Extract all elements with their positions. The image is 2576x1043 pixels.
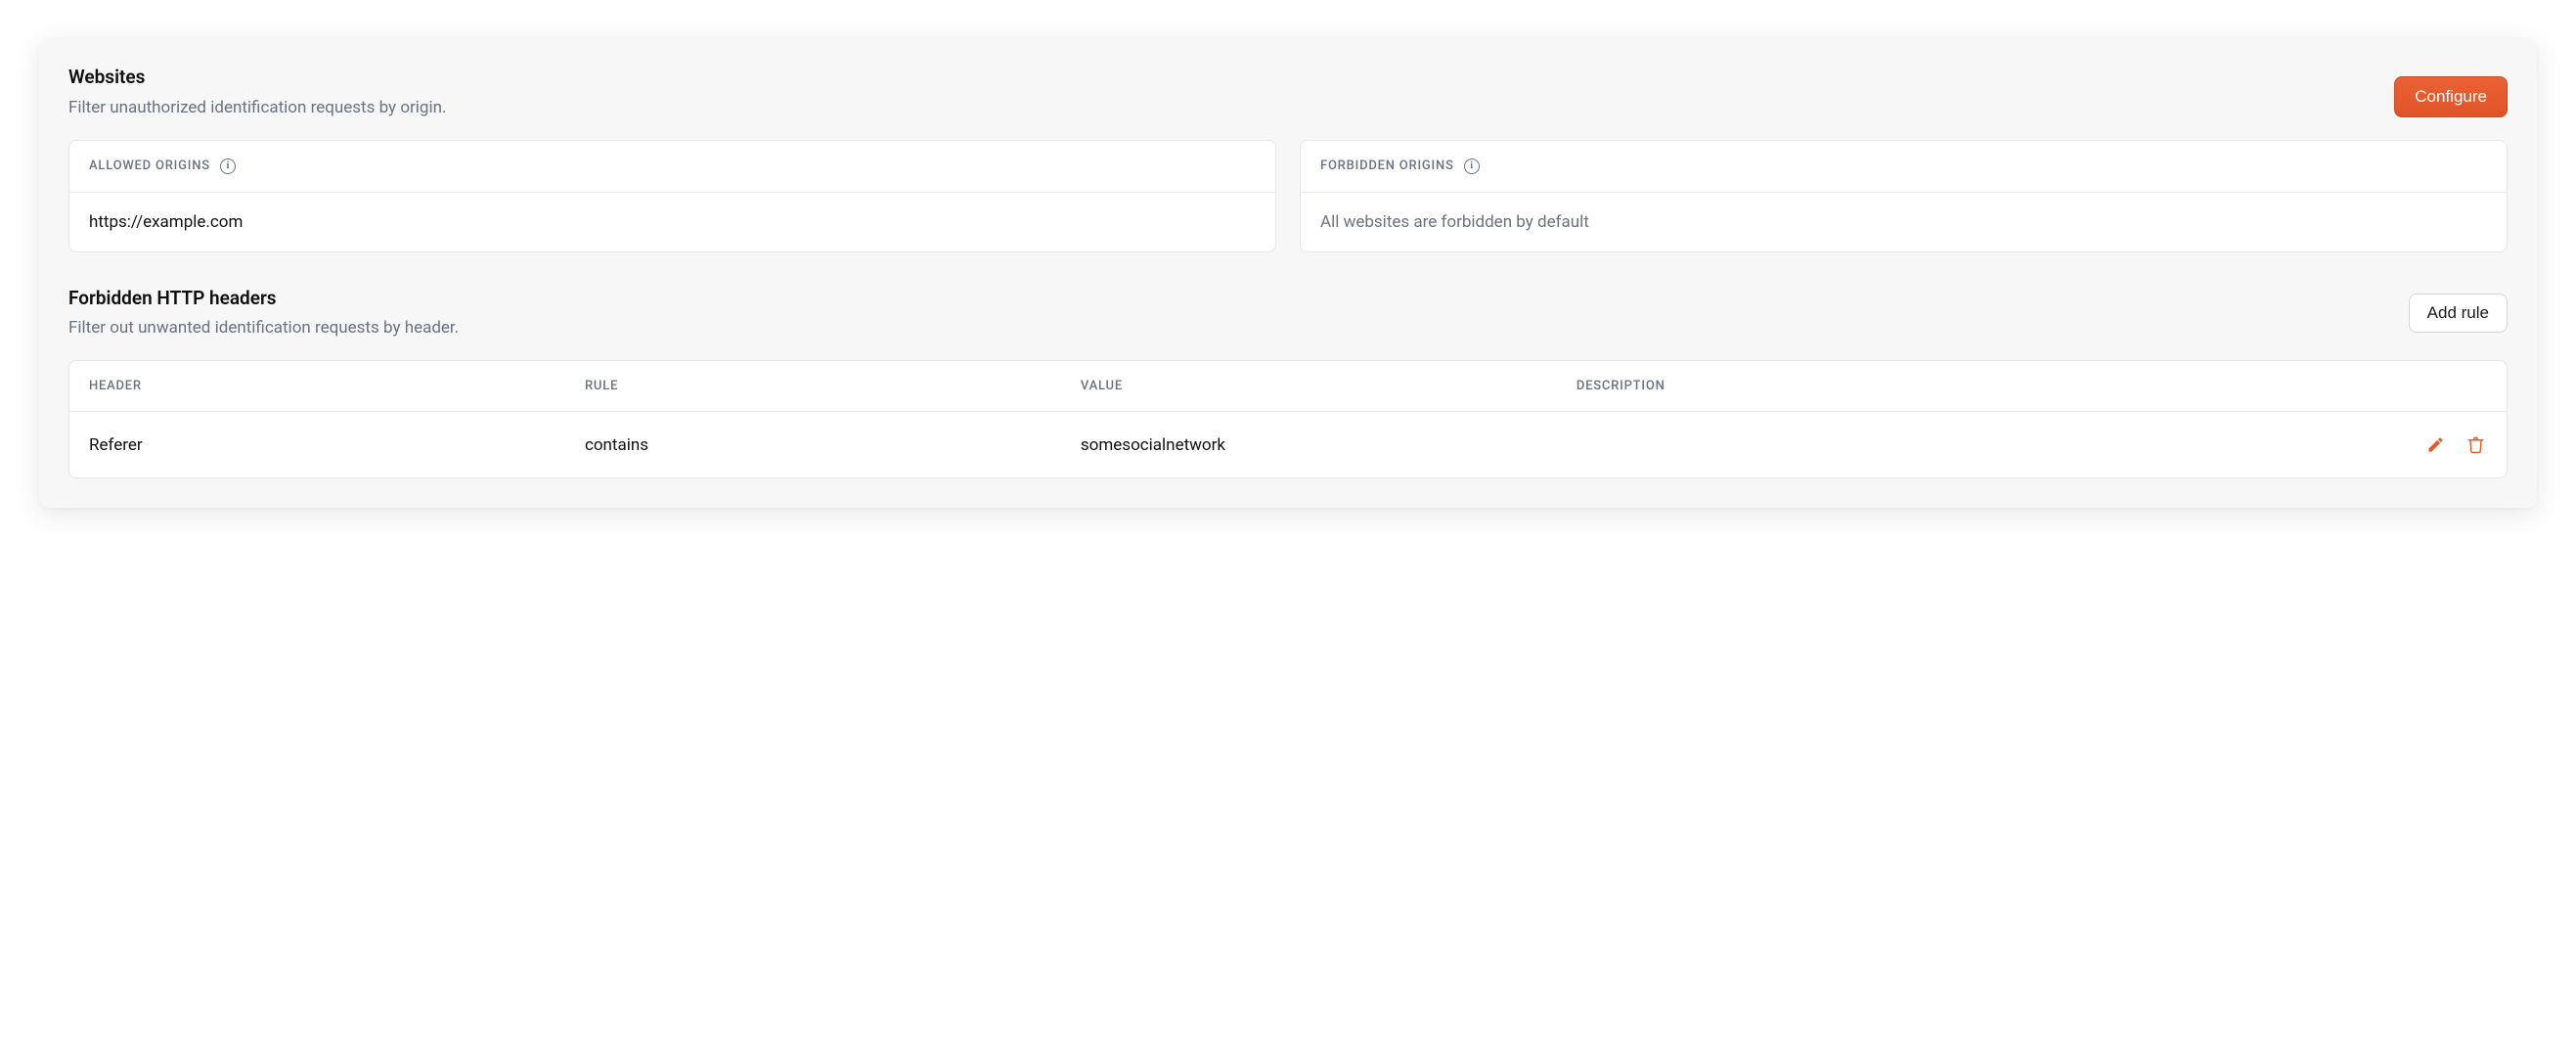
allowed-origins-card: ALLOWED ORIGINS i https://example.com bbox=[68, 140, 1276, 252]
http-headers-subtitle: Filter out unwanted identification reque… bbox=[68, 317, 459, 340]
delete-button[interactable] bbox=[2465, 433, 2487, 456]
forbidden-origins-card: FORBIDDEN ORIGINS i All websites are for… bbox=[1300, 140, 2508, 252]
http-headers-section-header: Forbidden HTTP headers Filter out unwant… bbox=[68, 288, 2508, 341]
configure-button[interactable]: Configure bbox=[2394, 76, 2508, 117]
col-actions bbox=[2370, 379, 2487, 393]
col-description: DESCRIPTION bbox=[1577, 379, 2370, 393]
allowed-origins-body: https://example.com bbox=[69, 193, 1275, 251]
info-icon[interactable]: i bbox=[1464, 159, 1480, 174]
forbidden-origins-label: FORBIDDEN ORIGINS bbox=[1320, 159, 1454, 173]
col-value: VALUE bbox=[1081, 379, 1577, 393]
info-icon[interactable]: i bbox=[220, 159, 236, 174]
allowed-origins-label: ALLOWED ORIGINS bbox=[89, 159, 210, 173]
settings-panel: Websites Filter unauthorized identificat… bbox=[39, 39, 2537, 508]
websites-title: Websites bbox=[68, 67, 446, 89]
row-actions bbox=[2370, 433, 2487, 456]
allowed-origin-value: https://example.com bbox=[89, 212, 1256, 232]
col-header: HEADER bbox=[89, 379, 585, 393]
forbidden-origins-header: FORBIDDEN ORIGINS i bbox=[1301, 141, 2507, 193]
headers-table: HEADER RULE VALUE DESCRIPTION Referer co… bbox=[68, 360, 2508, 478]
websites-section-header: Websites Filter unauthorized identificat… bbox=[68, 67, 2508, 120]
pencil-icon bbox=[2426, 435, 2445, 454]
edit-button[interactable] bbox=[2424, 433, 2447, 456]
http-headers-section: Forbidden HTTP headers Filter out unwant… bbox=[68, 288, 2508, 479]
cell-header: Referer bbox=[89, 435, 585, 455]
forbidden-origins-body: All websites are forbidden by default bbox=[1301, 193, 2507, 251]
cell-rule: contains bbox=[585, 435, 1081, 455]
cell-value: somesocialnetwork bbox=[1081, 435, 1577, 455]
websites-titles: Websites Filter unauthorized identificat… bbox=[68, 67, 446, 120]
http-headers-title: Forbidden HTTP headers bbox=[68, 288, 459, 310]
forbidden-origin-placeholder: All websites are forbidden by default bbox=[1320, 212, 2487, 232]
headers-table-head: HEADER RULE VALUE DESCRIPTION bbox=[69, 361, 2507, 412]
add-rule-button[interactable]: Add rule bbox=[2409, 294, 2508, 333]
origins-row: ALLOWED ORIGINS i https://example.com FO… bbox=[68, 140, 2508, 252]
table-row: Referer contains somesocialnetwork bbox=[69, 412, 2507, 477]
allowed-origins-header: ALLOWED ORIGINS i bbox=[69, 141, 1275, 193]
websites-section: Websites Filter unauthorized identificat… bbox=[68, 67, 2508, 252]
col-rule: RULE bbox=[585, 379, 1081, 393]
http-headers-titles: Forbidden HTTP headers Filter out unwant… bbox=[68, 288, 459, 341]
trash-icon bbox=[2466, 435, 2485, 454]
websites-subtitle: Filter unauthorized identification reque… bbox=[68, 97, 446, 120]
